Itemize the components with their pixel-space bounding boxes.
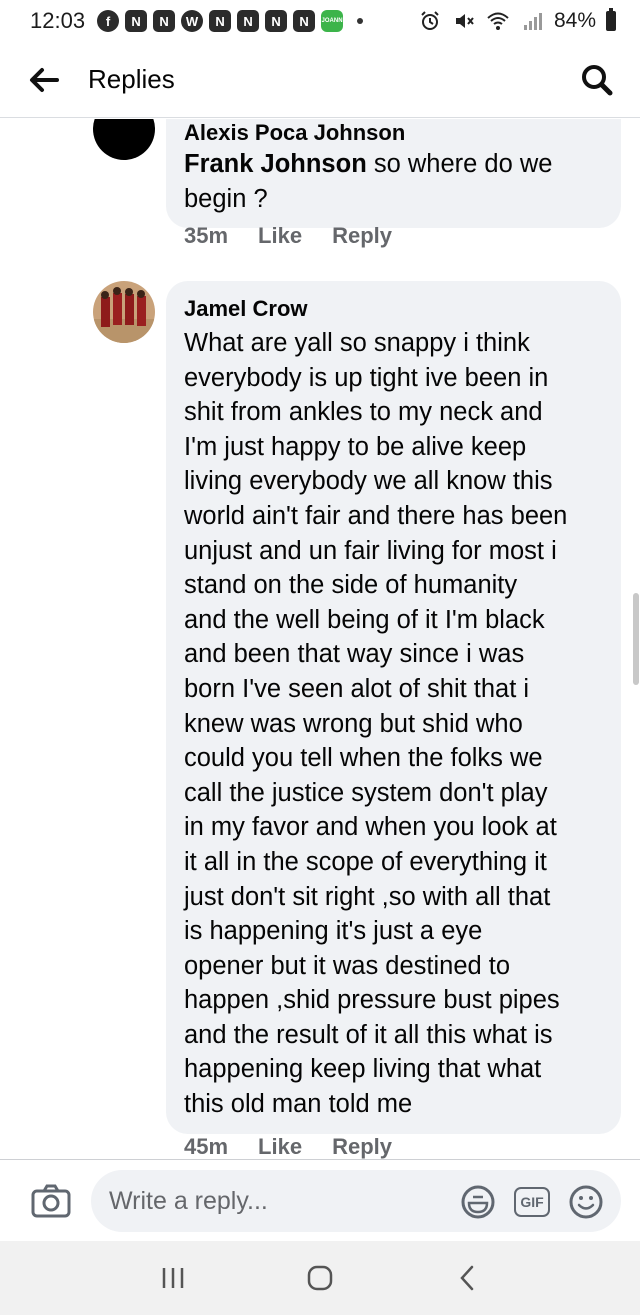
system-back-button[interactable] xyxy=(437,1253,497,1303)
mention-link[interactable]: Frank Johnson xyxy=(184,150,367,178)
comment-line: and been that way since i was xyxy=(184,640,525,669)
back-arrow-icon xyxy=(30,67,59,92)
comment-line: happening keep living that what xyxy=(184,1055,542,1084)
battery-icon xyxy=(606,8,616,31)
comment-actions: 45m Like Reply xyxy=(184,1134,392,1159)
composer-tools: GIF xyxy=(460,1184,604,1220)
camera-button[interactable] xyxy=(29,1182,73,1220)
comment-text: Frank Johnson so where do we begin ? xyxy=(184,147,603,216)
search-icon xyxy=(582,64,613,95)
status-bar: 12:03 f N N W N N N N JOANN 84% xyxy=(0,0,640,42)
comment-line: opener but it was destined to xyxy=(184,951,511,980)
comment-line: born I've seen alot of shit that i xyxy=(184,674,530,703)
reply-composer: Write a reply... GIF xyxy=(0,1159,640,1241)
comment-line: world ain't fair and there has been xyxy=(184,501,568,530)
facebook-notification-icon: f xyxy=(97,10,120,32)
back-button[interactable] xyxy=(14,50,74,110)
home-button[interactable] xyxy=(290,1253,350,1303)
joann-notification-icon: JOANN xyxy=(321,10,344,32)
reply-button[interactable]: Reply xyxy=(332,223,392,249)
comment-bubble: Alexis Poca Johnson Frank Johnson so whe… xyxy=(166,119,621,229)
avatar[interactable] xyxy=(93,281,155,343)
comment-line: knew was wrong but shid who xyxy=(184,709,523,738)
notification-icons: f N N W N N N N JOANN xyxy=(97,10,364,32)
app-notification-icon: N xyxy=(265,10,288,32)
comment-time: 45m xyxy=(184,1134,229,1159)
system-status: 84% xyxy=(418,8,616,33)
signal-icon xyxy=(520,10,544,32)
app-notification-icon: N xyxy=(237,10,260,32)
comment-line: just don't sit right ,so with all that xyxy=(184,882,551,911)
battery-percent: 84% xyxy=(553,9,596,32)
recent-apps-icon xyxy=(163,1268,184,1288)
like-button[interactable]: Like xyxy=(258,1134,302,1159)
comment-line: this old man told me xyxy=(184,1090,413,1119)
comment-line: happen ,shid pressure bust pipes xyxy=(184,986,560,1015)
comment-line: could you tell when the folks we xyxy=(184,744,543,773)
more-notifications-dot-icon xyxy=(357,18,364,24)
comment-line: in my favor and when you look at xyxy=(184,813,557,842)
alarm-icon xyxy=(418,10,442,32)
comment-line: everybody is up tight ive been in xyxy=(184,363,549,392)
comment-line: What are yall so snappy i think xyxy=(184,329,530,357)
comment-line: is happening it's just a eye xyxy=(184,917,483,946)
chevron-left-icon xyxy=(459,1265,473,1291)
avatar[interactable] xyxy=(93,119,155,160)
like-button[interactable]: Like xyxy=(258,223,302,249)
comment-line: it all in the scope of everything it xyxy=(184,847,547,876)
gif-button[interactable]: GIF xyxy=(514,1184,550,1220)
app-notification-icon: N xyxy=(153,10,176,32)
comment-line: living everybody we all know this xyxy=(184,467,553,496)
comment-time: 35m xyxy=(184,223,229,248)
comment-author[interactable]: Alexis Poca Johnson xyxy=(184,119,603,147)
comment-line: and the result of it all this what is xyxy=(184,1020,553,1049)
home-icon xyxy=(307,1265,333,1291)
wifi-icon xyxy=(486,10,510,32)
app-notification-icon: N xyxy=(293,10,316,32)
reply-placeholder: Write a reply... xyxy=(109,1186,268,1215)
comment-line: I'm just happy to be alive keep xyxy=(184,432,527,461)
comment-line: shit from ankles to my neck and xyxy=(184,398,543,427)
comment-bubble: Jamel Crow What are yall so snappy i thi… xyxy=(166,281,621,1134)
comment-line: stand on the side of humanity xyxy=(184,571,518,600)
scrollbar[interactable] xyxy=(633,593,639,685)
reply-button[interactable]: Reply xyxy=(332,1134,392,1159)
comment-line: and the well being of it I'm black xyxy=(184,605,545,634)
sticker-icon xyxy=(461,1185,495,1219)
replies-feed: Alexis Poca Johnson Frank Johnson so whe… xyxy=(0,119,640,1159)
sticker-button[interactable] xyxy=(460,1184,496,1220)
emoji-icon xyxy=(569,1185,603,1219)
app-notification-icon: N xyxy=(209,10,232,32)
page-title: Replies xyxy=(88,64,175,94)
mute-icon xyxy=(452,10,476,32)
comment-text: What are yall so snappy i think everybod… xyxy=(184,326,603,1122)
app-notification-icon: N xyxy=(125,10,148,32)
emoji-button[interactable] xyxy=(568,1184,604,1220)
comment-author[interactable]: Jamel Crow xyxy=(184,295,603,323)
status-time: 12:03 xyxy=(30,8,86,33)
app-notification-icon: W xyxy=(181,10,204,32)
search-button[interactable] xyxy=(572,55,622,105)
camera-icon xyxy=(31,1184,71,1217)
app-header: Replies xyxy=(0,42,640,118)
comment-actions: 35m Like Reply xyxy=(184,223,392,249)
comment-line: unjust and un fair living for most i xyxy=(184,536,557,565)
recent-apps-button[interactable] xyxy=(143,1253,203,1303)
system-nav-bar xyxy=(0,1241,640,1315)
comment-line: call the justice system don't play xyxy=(184,778,548,807)
gif-icon: GIF xyxy=(514,1187,550,1217)
